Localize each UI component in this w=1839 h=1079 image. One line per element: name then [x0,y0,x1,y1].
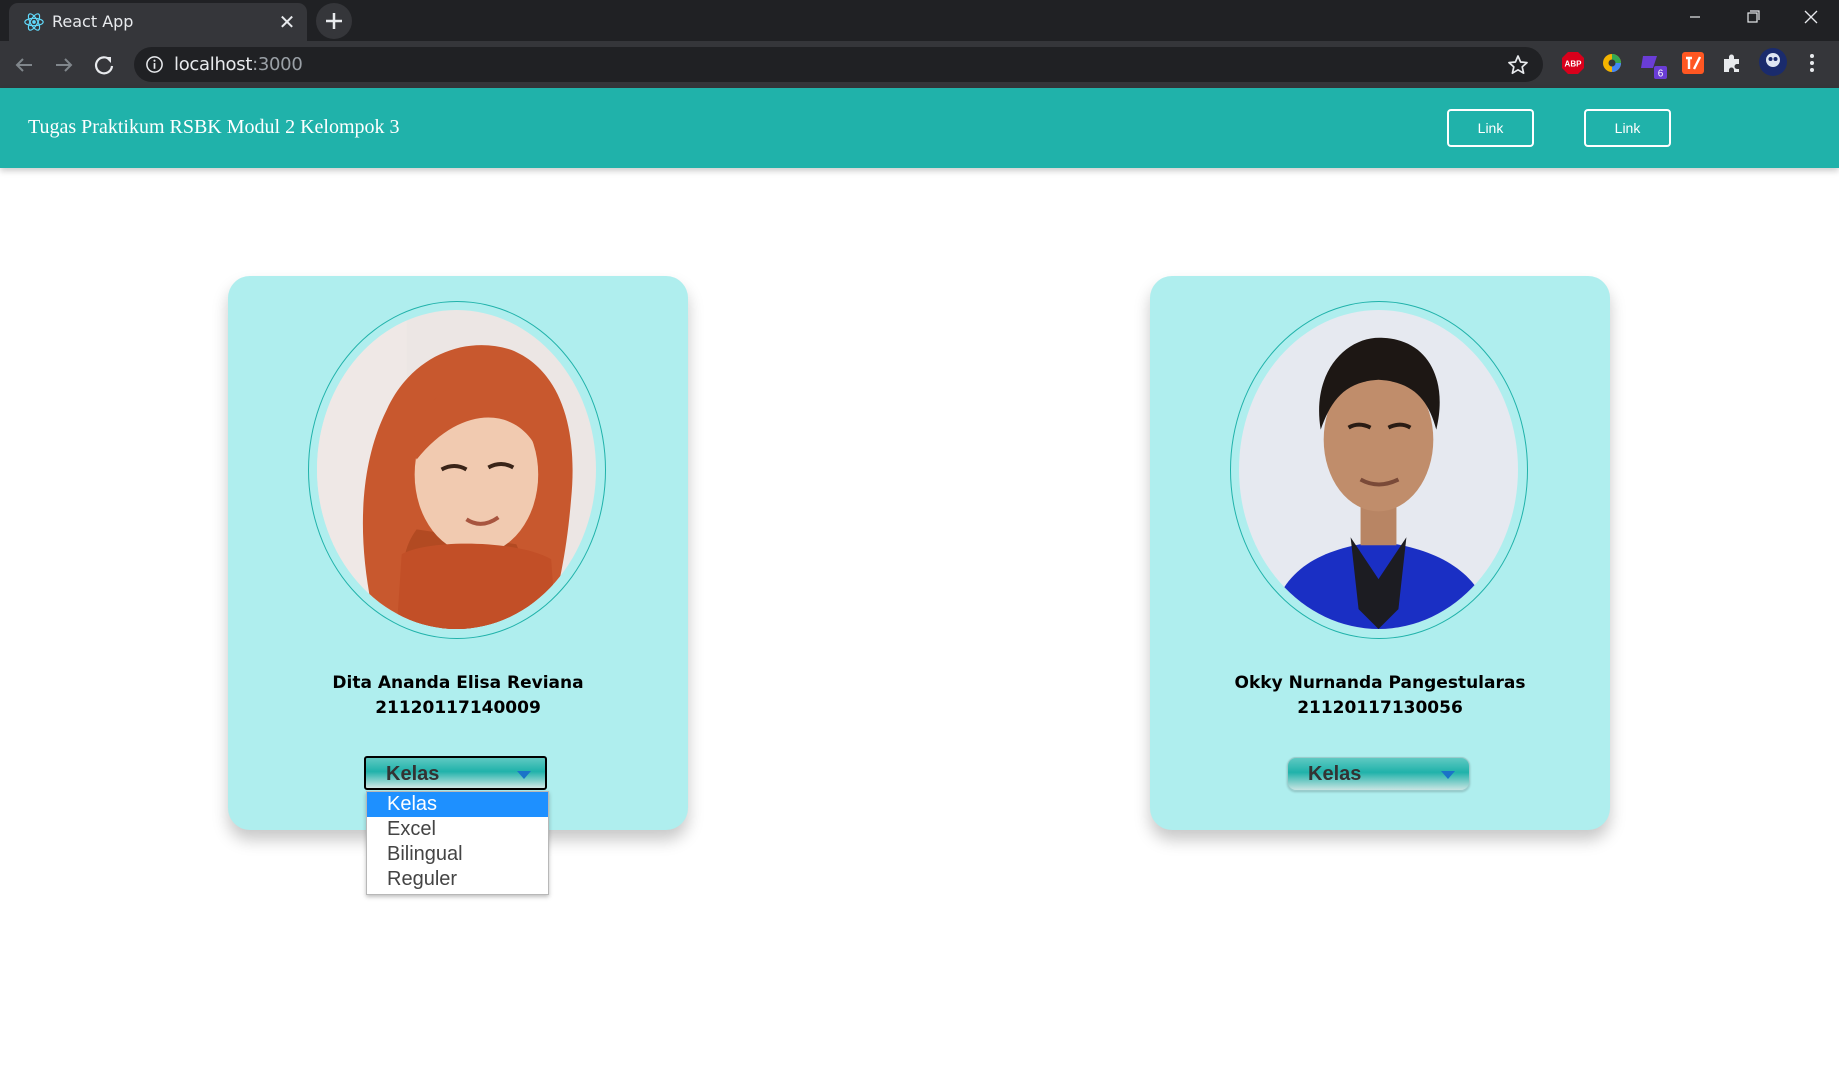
dropdown-option-reguler[interactable]: Reguler [367,867,548,892]
back-button[interactable] [8,49,40,81]
purple-extension-icon: 6 [1641,56,1667,80]
plus-icon [326,13,342,29]
profile-photo-woman [317,310,596,629]
member-name: Okky Nurnanda Pangestularas [1234,673,1526,693]
nav-link-button-2[interactable]: Link [1584,109,1671,147]
photo-frame [1230,301,1528,639]
restore-button[interactable] [1725,0,1781,36]
close-window-button[interactable] [1783,0,1839,36]
member-nim: 21120117140009 [375,698,541,718]
portrait-woman-image [317,310,596,629]
member-info: Dita Ananda Elisa Reviana 21120117140009 [228,671,688,721]
tampermonkey-icon[interactable] [1680,50,1706,76]
close-icon [1804,10,1818,24]
dropdown-option-kelas[interactable]: Kelas [367,792,548,817]
tampermonkey-logo-icon [1682,52,1704,74]
restore-icon [1747,10,1760,23]
adblock-plus-icon[interactable]: ABP [1560,50,1586,76]
color-wheel-icon [1603,54,1621,72]
bookmark-star-icon[interactable] [1506,53,1530,77]
avatar-icon [1759,48,1787,76]
browser-tab[interactable]: React App ✕ [9,3,307,41]
member-info: Okky Nurnanda Pangestularas 211201171300… [1150,671,1610,721]
url-port: :3000 [252,54,303,75]
profile-avatar-icon[interactable] [1758,47,1788,77]
kelas-dropdown-list: Kelas Excel Bilingual Reguler [366,791,549,895]
minimize-icon [1690,16,1700,18]
kelas-select[interactable]: Kelas [1287,757,1470,791]
forward-button[interactable] [48,49,80,81]
info-icon[interactable] [145,55,164,74]
browser-toolbar: localhost:3000 ABP 6 [0,41,1839,88]
photo-frame [308,301,606,639]
select-value: Kelas [386,763,440,785]
browser-menu-button[interactable] [1799,50,1825,76]
minimize-button[interactable] [1667,0,1723,36]
dropdown-option-excel[interactable]: Excel [367,817,548,842]
reload-button[interactable] [88,49,120,81]
chevron-down-icon [517,771,531,779]
reload-icon [94,56,114,75]
adblock-label: ABP [1565,60,1583,69]
arrow-right-icon [56,58,73,72]
url-host: localhost [174,54,253,75]
dropdown-option-bilingual[interactable]: Bilingual [367,842,548,867]
tab-title: React App [52,12,134,31]
adblock-octagon-icon: ABP [1562,52,1584,74]
new-tab-button[interactable] [316,3,352,39]
portrait-man-image [1239,310,1518,629]
member-card-1: Dita Ananda Elisa Reviana 21120117140009… [228,276,688,830]
address-bar[interactable]: localhost:3000 [134,47,1543,82]
select-value: Kelas [1308,763,1362,785]
react-logo-icon [24,13,44,31]
puzzle-icon [1724,54,1739,72]
tab-close-icon[interactable]: ✕ [276,11,298,33]
kebab-menu-icon [1810,54,1814,72]
nav-link-button-1[interactable]: Link [1447,109,1534,147]
browser-tabstrip: React App ✕ [0,0,1839,41]
member-card-2: Okky Nurnanda Pangestularas 211201171300… [1150,276,1610,830]
color-picker-icon[interactable] [1599,50,1625,76]
navbar-brand[interactable]: Tugas Praktikum RSBK Modul 2 Kelompok 3 [28,116,400,139]
member-name: Dita Ananda Elisa Reviana [332,673,584,693]
kelas-select[interactable]: Kelas [364,756,547,790]
extension-badge-icon[interactable]: 6 [1639,50,1667,80]
chevron-down-icon [1441,771,1455,779]
url-text: localhost:3000 [174,54,303,75]
puzzle-extensions-icon[interactable] [1719,50,1745,76]
arrow-left-icon [15,58,32,72]
member-nim: 21120117130056 [1297,698,1463,718]
app-navbar: Tugas Praktikum RSBK Modul 2 Kelompok 3 … [0,88,1839,168]
profile-photo-man [1239,310,1518,629]
extension-badge-count: 6 [1658,69,1664,80]
